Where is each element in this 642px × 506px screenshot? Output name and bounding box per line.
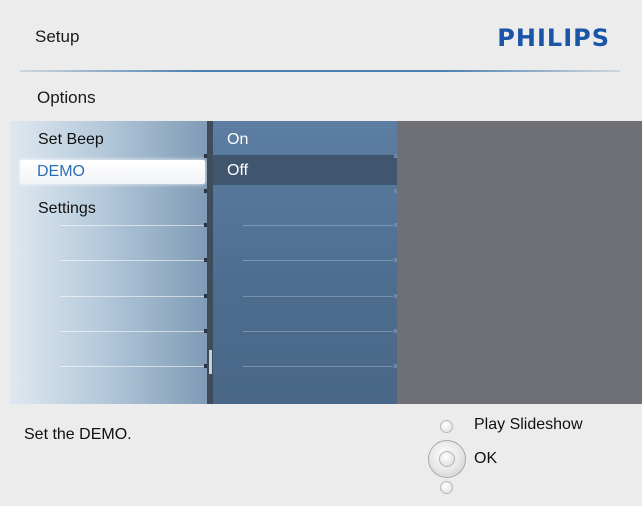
menu-item-demo[interactable]: DEMO bbox=[20, 160, 205, 184]
menu-item-demo-label: DEMO bbox=[37, 163, 85, 180]
down-button-icon[interactable] bbox=[440, 481, 453, 494]
breadcrumb bbox=[0, 78, 642, 118]
photo-frame-screen: Setup PHILIPS Options Set Beep DEMO Sett… bbox=[0, 0, 642, 506]
submenu-row-line bbox=[243, 331, 393, 332]
submenu-row-line bbox=[243, 260, 393, 261]
submenu-row-line bbox=[243, 296, 393, 297]
ok-button[interactable] bbox=[428, 440, 466, 478]
page-title: Setup bbox=[35, 27, 80, 46]
menu-row-line bbox=[60, 296, 205, 297]
preview-area bbox=[397, 121, 642, 404]
menu-row-line bbox=[60, 260, 205, 261]
menu-row-line bbox=[60, 366, 205, 367]
menu-scrollbar-thumb[interactable] bbox=[209, 350, 212, 374]
ok-label: OK bbox=[474, 450, 498, 467]
menu-row-line bbox=[60, 331, 205, 332]
submenu-row-line bbox=[243, 225, 393, 226]
header-divider bbox=[20, 70, 620, 72]
menu-panel: Set Beep DEMO Settings On Off bbox=[10, 121, 642, 404]
help-text: Set the DEMO. bbox=[24, 426, 132, 443]
play-slideshow-label: Play Slideshow bbox=[474, 416, 583, 433]
submenu-item-on[interactable]: On bbox=[227, 131, 248, 149]
up-button-icon[interactable] bbox=[440, 420, 453, 433]
main-menu-column: Set Beep DEMO Settings bbox=[10, 121, 207, 404]
submenu-row-line bbox=[243, 366, 393, 367]
breadcrumb-label: Options bbox=[37, 88, 96, 107]
menu-item-set-beep[interactable]: Set Beep bbox=[38, 131, 104, 149]
submenu-item-off[interactable]: Off bbox=[227, 162, 248, 180]
submenu-column: On Off bbox=[213, 121, 397, 404]
brand-logo: PHILIPS bbox=[497, 24, 610, 52]
header: Setup PHILIPS bbox=[0, 0, 642, 72]
menu-item-settings[interactable]: Settings bbox=[38, 200, 96, 218]
menu-row-line bbox=[60, 225, 205, 226]
ok-button-icon bbox=[439, 451, 455, 467]
